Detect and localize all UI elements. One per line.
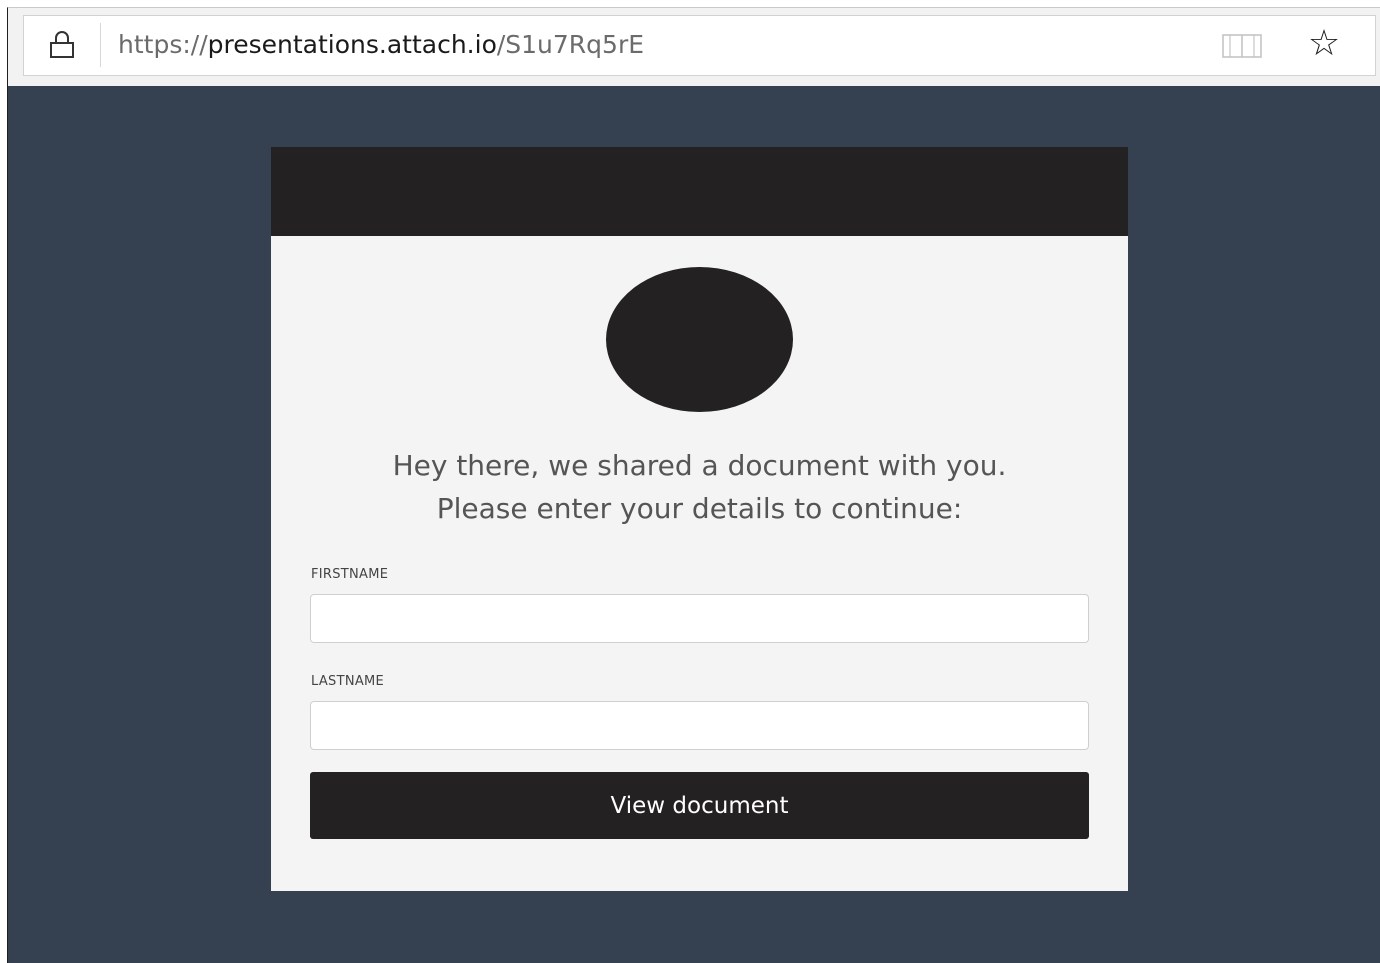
lock-icon[interactable] <box>48 30 76 60</box>
star-icon[interactable]: ☆ <box>1305 25 1343 63</box>
lastname-input[interactable] <box>310 701 1089 750</box>
view-document-button[interactable]: View document <box>310 772 1089 839</box>
firstname-label: FIRSTNAME <box>311 567 389 582</box>
lastname-label: LASTNAME <box>311 674 385 689</box>
reading-view-icon[interactable] <box>1222 33 1262 59</box>
card-heading: Hey there, we shared a document with you… <box>271 444 1128 530</box>
firstname-input[interactable] <box>310 594 1089 643</box>
avatar <box>606 267 793 412</box>
heading-line-2: Please enter your details to continue: <box>436 492 963 525</box>
url-host: presentations.attach.io <box>207 30 497 59</box>
url-scheme: https:// <box>118 30 208 59</box>
heading-line-1: Hey there, we shared a document with you… <box>392 449 1007 482</box>
card-header <box>271 147 1128 236</box>
url-path: /S1u7Rq5rE <box>496 30 645 59</box>
url-text[interactable]: https://presentations.attach.io/S1u7Rq5r… <box>118 28 644 62</box>
address-divider <box>100 23 101 67</box>
